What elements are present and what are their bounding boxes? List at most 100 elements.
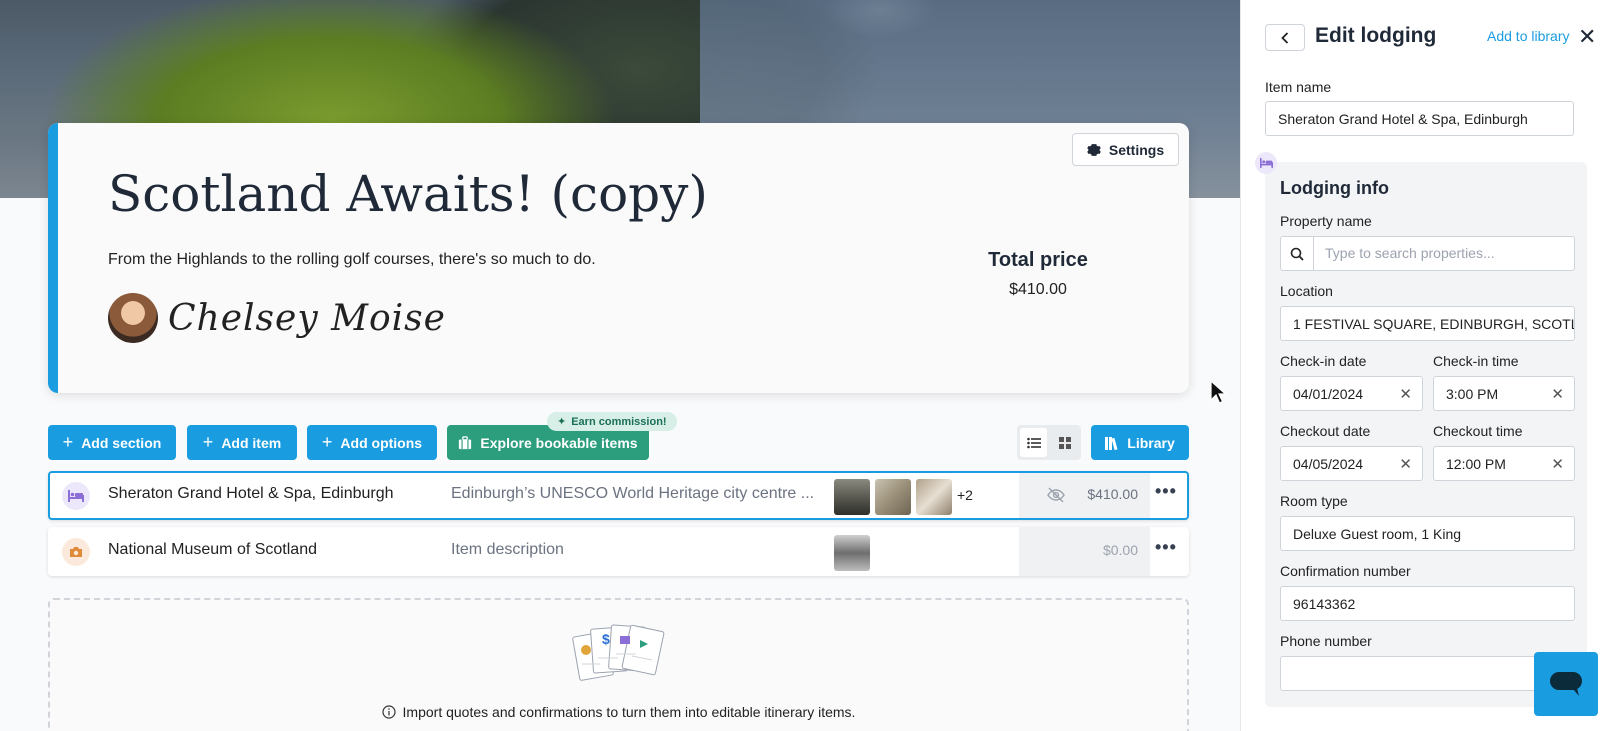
books-icon bbox=[1105, 436, 1118, 450]
documents-stack-icon: $ bbox=[572, 624, 665, 681]
add-to-library-link[interactable]: Add to library bbox=[1487, 28, 1569, 44]
item-photo-thumbnail[interactable] bbox=[875, 479, 911, 515]
lodging-info-title: Lodging info bbox=[1280, 178, 1389, 198]
close-icon[interactable]: ✕ bbox=[1578, 24, 1596, 50]
activity-type-badge bbox=[62, 538, 90, 566]
edit-lodging-panel: Edit lodging Add to library ✕ Item name … bbox=[1240, 0, 1610, 731]
import-dropzone[interactable]: $ Import quotes and confirmations to tur… bbox=[48, 598, 1189, 731]
panel-title: Edit lodging bbox=[1315, 24, 1437, 47]
library-label: Library bbox=[1127, 434, 1175, 451]
add-section-button[interactable]: + Add section bbox=[48, 425, 176, 460]
location-field[interactable]: 1 FESTIVAL SQUARE, EDINBURGH, SCOTLAND bbox=[1280, 306, 1575, 341]
property-search bbox=[1280, 236, 1575, 271]
view-toggle bbox=[1017, 425, 1081, 460]
item-description: Edinburgh’s UNESCO World Heritage city c… bbox=[451, 485, 815, 502]
back-button[interactable] bbox=[1265, 24, 1305, 51]
grid-icon bbox=[1058, 436, 1071, 449]
chevron-left-icon bbox=[1281, 31, 1289, 44]
checkin-date-value: 04/01/2024 bbox=[1293, 385, 1364, 402]
search-icon bbox=[1281, 237, 1314, 270]
more-options-icon[interactable]: ••• bbox=[1155, 481, 1177, 502]
add-options-label: Add options bbox=[340, 434, 423, 451]
add-options-button[interactable]: + Add options bbox=[307, 425, 437, 460]
room-type-label: Room type bbox=[1280, 493, 1348, 509]
avatar bbox=[108, 293, 158, 343]
checkout-date-value: 04/05/2024 bbox=[1293, 455, 1364, 472]
earn-commission-badge: ✦ Earn commission! bbox=[547, 412, 677, 431]
checkout-time-value: 12:00 PM bbox=[1446, 455, 1506, 472]
clear-icon[interactable]: ✕ bbox=[1399, 385, 1412, 403]
more-photos-count: +2 bbox=[957, 487, 973, 503]
plus-icon: + bbox=[321, 432, 333, 452]
confirmation-number-label: Confirmation number bbox=[1280, 563, 1411, 579]
list-view-button[interactable] bbox=[1020, 428, 1047, 457]
gear-icon bbox=[1087, 143, 1101, 156]
property-search-input[interactable] bbox=[1325, 245, 1555, 261]
item-price: $0.00 bbox=[1102, 542, 1138, 558]
list-icon bbox=[1026, 437, 1041, 448]
item-photo-thumbnail[interactable] bbox=[916, 479, 952, 515]
item-description: Item description bbox=[451, 541, 564, 558]
checkin-time-label: Check-in time bbox=[1433, 353, 1519, 369]
author-signature: Chelsey Moise bbox=[168, 298, 446, 339]
phone-number-field[interactable] bbox=[1280, 656, 1575, 691]
total-price-value: $410.00 bbox=[1009, 281, 1067, 298]
lodging-type-badge bbox=[62, 482, 90, 510]
itinerary-main: Scotland Awaits! (copy) From the Highlan… bbox=[0, 0, 1240, 731]
add-section-label: Add section bbox=[81, 434, 162, 451]
library-button[interactable]: Library bbox=[1091, 425, 1189, 460]
card-accent-bar bbox=[48, 123, 58, 393]
item-name: National Museum of Scotland bbox=[108, 541, 317, 558]
mouse-pointer-icon bbox=[1210, 380, 1228, 404]
property-name-label: Property name bbox=[1280, 213, 1372, 229]
sparkle-icon: ✦ bbox=[557, 416, 567, 428]
itinerary-item-row[interactable]: National Museum of Scotland Item descrip… bbox=[48, 527, 1189, 576]
eye-off-icon[interactable] bbox=[1047, 487, 1065, 503]
itinerary-description[interactable]: From the Highlands to the rolling golf c… bbox=[108, 251, 596, 269]
chat-support-button[interactable] bbox=[1534, 652, 1598, 716]
item-price: $410.00 bbox=[1087, 486, 1138, 502]
confirmation-number-field[interactable]: 96143362 bbox=[1280, 586, 1575, 621]
import-note: Import quotes and confirmations to turn … bbox=[50, 704, 1187, 720]
item-photo-thumbnail[interactable] bbox=[834, 535, 870, 571]
checkin-time-field[interactable]: 3:00 PM ✕ bbox=[1433, 376, 1575, 411]
checkout-time-field[interactable]: 12:00 PM ✕ bbox=[1433, 446, 1575, 481]
camera-icon bbox=[70, 547, 82, 557]
item-price-zone: $0.00 bbox=[1019, 527, 1150, 576]
itinerary-title[interactable]: Scotland Awaits! (copy) bbox=[108, 165, 708, 223]
earn-commission-label: Earn commission! bbox=[571, 415, 667, 428]
lodging-section-badge bbox=[1255, 152, 1277, 174]
checkin-date-field[interactable]: 04/01/2024 ✕ bbox=[1280, 376, 1423, 411]
phone-number-label: Phone number bbox=[1280, 633, 1372, 649]
checkin-date-label: Check-in date bbox=[1280, 353, 1367, 369]
clear-icon[interactable]: ✕ bbox=[1399, 455, 1412, 473]
add-item-label: Add item bbox=[221, 434, 282, 451]
more-options-icon[interactable]: ••• bbox=[1155, 537, 1177, 558]
checkout-date-field[interactable]: 04/05/2024 ✕ bbox=[1280, 446, 1423, 481]
add-item-button[interactable]: + Add item bbox=[187, 425, 297, 460]
item-name-field[interactable]: Sheraton Grand Hotel & Spa, Edinburgh bbox=[1265, 101, 1574, 136]
bed-icon bbox=[1259, 158, 1273, 168]
checkout-date-label: Checkout date bbox=[1280, 423, 1371, 439]
bed-icon bbox=[68, 490, 84, 502]
item-photo-thumbnail[interactable] bbox=[834, 479, 870, 515]
clear-icon[interactable]: ✕ bbox=[1551, 455, 1564, 473]
plus-icon: + bbox=[62, 432, 74, 452]
chat-icon bbox=[1550, 672, 1582, 696]
itinerary-item-row[interactable]: Sheraton Grand Hotel & Spa, Edinburgh Ed… bbox=[48, 471, 1189, 520]
clear-icon[interactable]: ✕ bbox=[1551, 385, 1564, 403]
import-note-text: Import quotes and confirmations to turn … bbox=[402, 704, 856, 720]
suitcase-icon bbox=[459, 435, 472, 449]
checkout-time-label: Checkout time bbox=[1433, 423, 1523, 439]
explore-label: Explore bookable items bbox=[480, 434, 638, 451]
plus-icon: + bbox=[202, 432, 214, 452]
settings-button[interactable]: Settings bbox=[1072, 133, 1179, 166]
settings-label: Settings bbox=[1108, 141, 1165, 158]
item-name: Sheraton Grand Hotel & Spa, Edinburgh bbox=[108, 485, 394, 502]
grid-view-button[interactable] bbox=[1051, 428, 1078, 457]
itinerary-header-card: Scotland Awaits! (copy) From the Highlan… bbox=[48, 123, 1189, 393]
total-price-label: Total price bbox=[988, 249, 1088, 271]
info-icon bbox=[381, 705, 396, 719]
room-type-field[interactable]: Deluxe Guest room, 1 King bbox=[1280, 516, 1575, 551]
checkin-time-value: 3:00 PM bbox=[1446, 385, 1499, 402]
